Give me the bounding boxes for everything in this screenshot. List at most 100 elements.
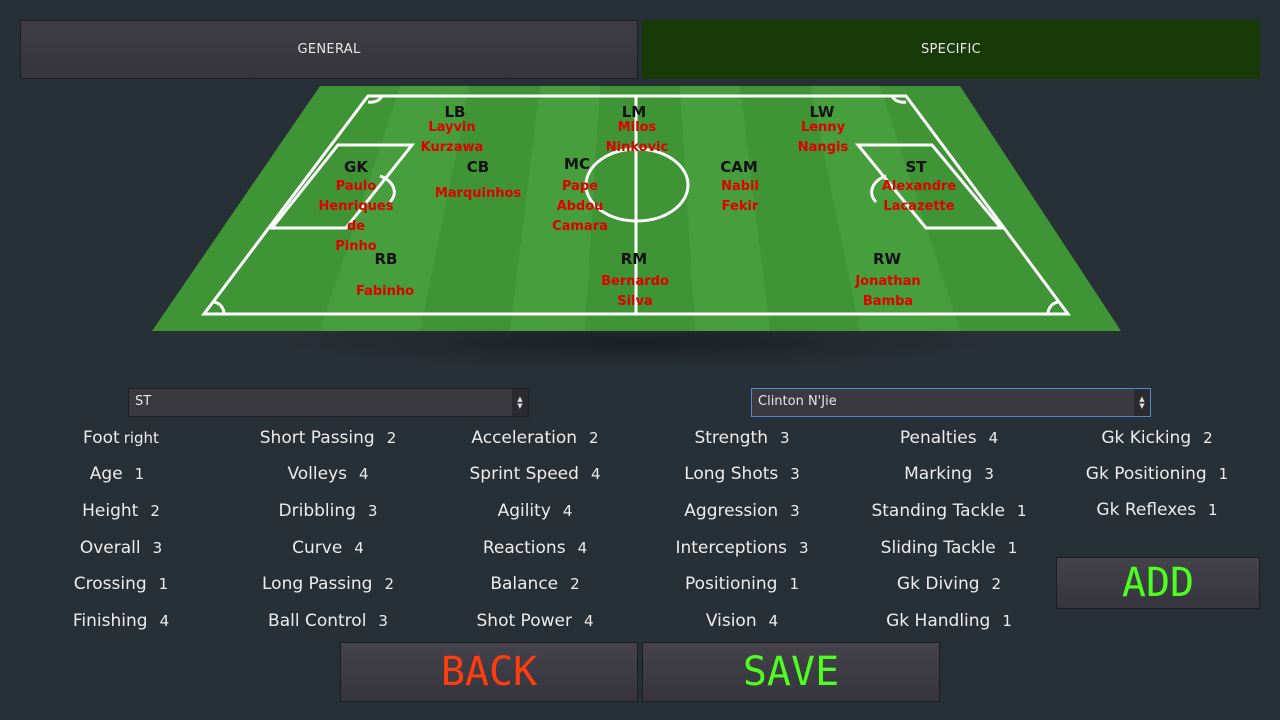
stat-value: 1 (158, 575, 169, 593)
stat-long-passing: Long Passing 2 (262, 574, 394, 594)
player-name-line: Henriques (318, 199, 394, 214)
stat-label: Short Passing (259, 428, 375, 448)
stat-value: 2 (1203, 429, 1213, 447)
stat-acceleration: Acceleration 2 (471, 428, 598, 448)
position-label-st: ST (905, 158, 927, 176)
stat-value: 3 (790, 465, 800, 483)
stat-label: Curve (292, 538, 343, 558)
player-select-value: Clinton N'Jie (758, 394, 837, 409)
stat-value: 4 (159, 612, 170, 630)
stat-value: 4 (359, 465, 369, 483)
stat-label: Crossing (73, 574, 147, 594)
stat-label: Long Passing (262, 574, 373, 594)
add-button[interactable]: ADD (1056, 557, 1260, 609)
stat-finishing: Finishing 4 (73, 611, 169, 631)
stat-label: Penalties (899, 428, 977, 448)
player-name-st[interactable]: Alexandre Lacazette (859, 177, 979, 217)
stat-label: Standing Tackle (871, 501, 1005, 521)
player-name-line: Nangis (797, 140, 849, 155)
stat-label: Ball Control (268, 611, 367, 631)
stat-label: Gk Reflexes (1096, 500, 1197, 520)
stat-value: 4 (577, 539, 588, 557)
player-name-line: Milos (617, 120, 657, 135)
stat-volleys: Volleys 4 (287, 464, 368, 484)
position-select[interactable]: ST ▲ ▼ (128, 388, 529, 417)
player-name-lm[interactable]: Milos Ninkovic (577, 118, 697, 158)
stat-ball-control: Ball Control 3 (268, 611, 388, 631)
stat-value: 1 (1208, 501, 1218, 519)
stat-gk-positioning: Gk Positioning 1 (1086, 464, 1228, 484)
stat-short-passing: Short Passing 2 (260, 428, 396, 448)
stat-value: 1 (1218, 465, 1229, 483)
stat-value: 2 (386, 429, 397, 447)
stat-sprint-speed: Sprint Speed 4 (470, 464, 601, 484)
stat-gk-kicking: Gk Kicking 2 (1101, 428, 1212, 448)
stat-reactions: Reactions 4 (483, 538, 587, 558)
player-name-line: Pape (561, 179, 599, 194)
stat-value: 3 (984, 465, 994, 483)
stat-value: 4 (768, 612, 779, 630)
save-button[interactable]: SAVE (642, 642, 940, 702)
stat-overall: Overall 3 (80, 538, 162, 558)
stat-value: 2 (991, 575, 1002, 593)
player-name-gk[interactable]: Paulo Henriques de Pinho (296, 177, 416, 257)
stat-interceptions: Interceptions 3 (675, 538, 808, 558)
stat-standing-tackle: Standing Tackle 1 (871, 501, 1026, 521)
player-name-rw[interactable]: Jonathan Bamba (828, 272, 948, 312)
stat-label: Interceptions (675, 538, 787, 558)
player-name-lw[interactable]: Lenny Nangis (763, 118, 883, 158)
stat-shot-power: Shot Power 4 (477, 611, 594, 631)
player-name-rm[interactable]: Bernardo Silva (575, 272, 695, 312)
player-name-cam[interactable]: Nabil Fekir (680, 177, 800, 217)
select-arrows-icon: ▲ ▼ (1134, 389, 1150, 416)
player-name-lb[interactable]: Layvin Kurzawa (392, 118, 512, 158)
stat-gk-diving: Gk Diving 2 (897, 574, 1001, 594)
stat-label: Gk Handling (886, 611, 991, 631)
stat-crossing: Crossing 1 (74, 574, 168, 594)
stat-value: 3 (378, 612, 388, 630)
stat-label: Gk Kicking (1101, 428, 1192, 448)
player-name-mc[interactable]: Pape Abdou Camara (520, 177, 640, 237)
stat-label: Vision (705, 611, 757, 631)
stat-label: Foot (83, 428, 120, 448)
tab-specific[interactable]: SPECIFIC (642, 20, 1260, 79)
stat-label: Sprint Speed (469, 464, 579, 484)
stat-height: Height 2 (82, 501, 160, 521)
player-name-line: Bernardo (601, 274, 669, 289)
stat-label: Finishing (72, 611, 148, 631)
stat-vision: Vision 4 (706, 611, 778, 631)
stat-label: Gk Diving (896, 574, 980, 594)
stat-value: 4 (354, 539, 364, 557)
back-button[interactable]: BACK (340, 642, 638, 702)
stat-value: 1 (1016, 502, 1027, 520)
tab-general[interactable]: GENERAL (20, 20, 638, 79)
stat-agility: Agility 4 (498, 501, 573, 521)
position-label-cam: CAM (720, 158, 758, 176)
stat-value: 3 (152, 539, 163, 557)
player-name-line: Abdou (556, 199, 604, 214)
stat-label: Positioning (684, 574, 778, 594)
stat-age: Age 1 (90, 464, 144, 484)
stat-label: Dribbling (278, 501, 356, 521)
player-select[interactable]: Clinton N'Jie ▲ ▼ (751, 388, 1151, 417)
stat-gk-reflexes: Gk Reflexes 1 (1096, 500, 1217, 520)
player-name-line: Camara (552, 219, 608, 234)
stat-value: 3 (367, 502, 378, 520)
player-name-rb[interactable]: Fabinho (325, 282, 445, 302)
player-name-line: Jonathan (855, 274, 921, 289)
stat-label: Aggression (684, 501, 779, 521)
stat-value: 2 (570, 575, 580, 593)
stat-value: 4 (988, 429, 999, 447)
stat-label: Volleys (287, 464, 347, 484)
stat-value: 1 (789, 575, 800, 593)
position-label-cb: CB (466, 158, 490, 176)
player-name-line: Layvin (428, 120, 476, 135)
position-label-rw: RW (872, 250, 902, 268)
stat-curve: Curve 4 (292, 538, 364, 558)
position-label-rm: RM (620, 250, 648, 268)
stat-value: 2 (589, 429, 599, 447)
player-name-line: Silva (617, 294, 653, 309)
player-name-line: Fabinho (355, 284, 415, 299)
player-name-line: de (346, 219, 366, 234)
stat-strength: Strength 3 (694, 428, 789, 448)
